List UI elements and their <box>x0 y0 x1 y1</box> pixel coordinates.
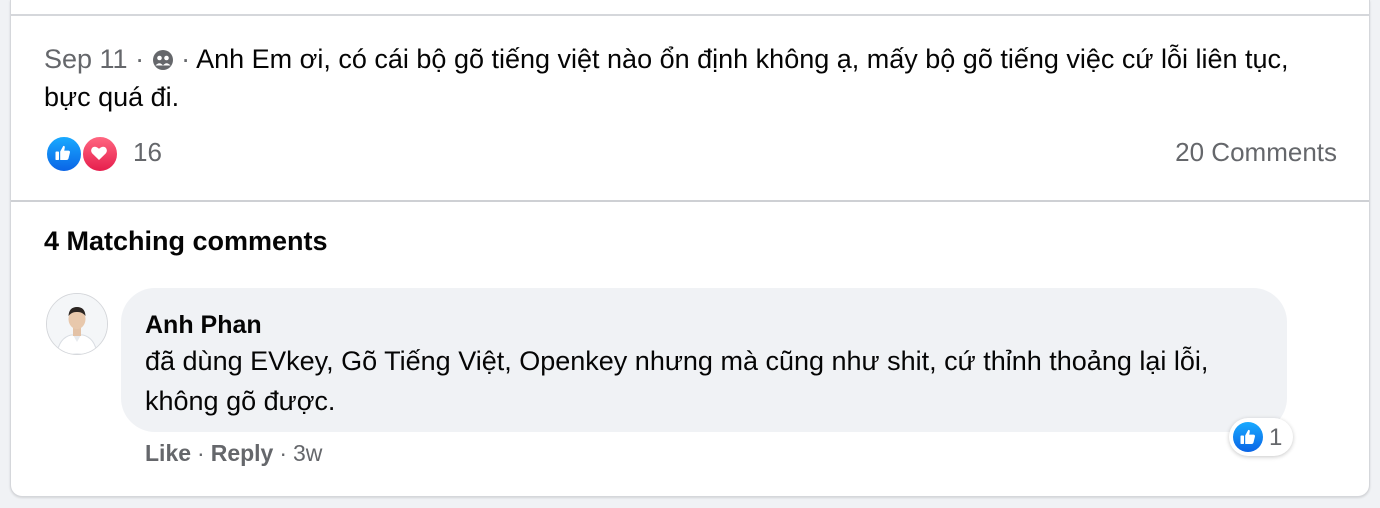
reply-button[interactable]: Reply <box>211 440 274 466</box>
action-separator: · <box>197 440 205 466</box>
comment-author[interactable]: Anh Phan <box>145 311 262 340</box>
post-text: Anh Em ơi, có cái bộ gõ tiếng việt nào ổ… <box>44 44 1289 112</box>
comment-reaction-count: 1 <box>1269 424 1283 451</box>
matching-comments-title: 4 Matching comments <box>44 226 328 256</box>
post-body: Sep 11 · · Anh Em ơi, có cái bộ gõ tiếng… <box>44 40 1314 116</box>
love-reaction-icon <box>81 135 119 173</box>
reactions-summary: 16 20 Comments <box>45 133 1337 175</box>
post-date[interactable]: Sep 11 <box>44 44 128 74</box>
avatar[interactable] <box>46 293 108 355</box>
reaction-count[interactable]: 16 <box>133 137 162 168</box>
reaction-icons[interactable] <box>45 135 125 173</box>
comment-text: đã dùng EVkey, Gõ Tiếng Việt, Openkey nh… <box>145 346 1209 416</box>
comment-reactions[interactable]: 1 <box>1229 418 1293 456</box>
like-reaction-icon <box>1233 422 1263 452</box>
comments-count-link[interactable]: 20 Comments <box>1175 137 1337 168</box>
like-reaction-icon <box>45 135 83 173</box>
top-border <box>11 14 1369 16</box>
divider <box>11 200 1369 202</box>
meta-separator: · <box>181 44 197 74</box>
comment-bubble: Anh Phan đã dùng EVkey, Gõ Tiếng Việt, O… <box>121 288 1287 432</box>
like-button[interactable]: Like <box>145 440 191 466</box>
friends-group-icon[interactable] <box>152 43 174 70</box>
post-card: Sep 11 · · Anh Em ơi, có cái bộ gõ tiếng… <box>10 0 1370 497</box>
action-separator: · <box>279 440 288 466</box>
comment-actions: Like · Reply · 3w <box>145 440 322 467</box>
meta-separator: · <box>135 44 152 74</box>
comment-time[interactable]: 3w <box>293 440 322 466</box>
